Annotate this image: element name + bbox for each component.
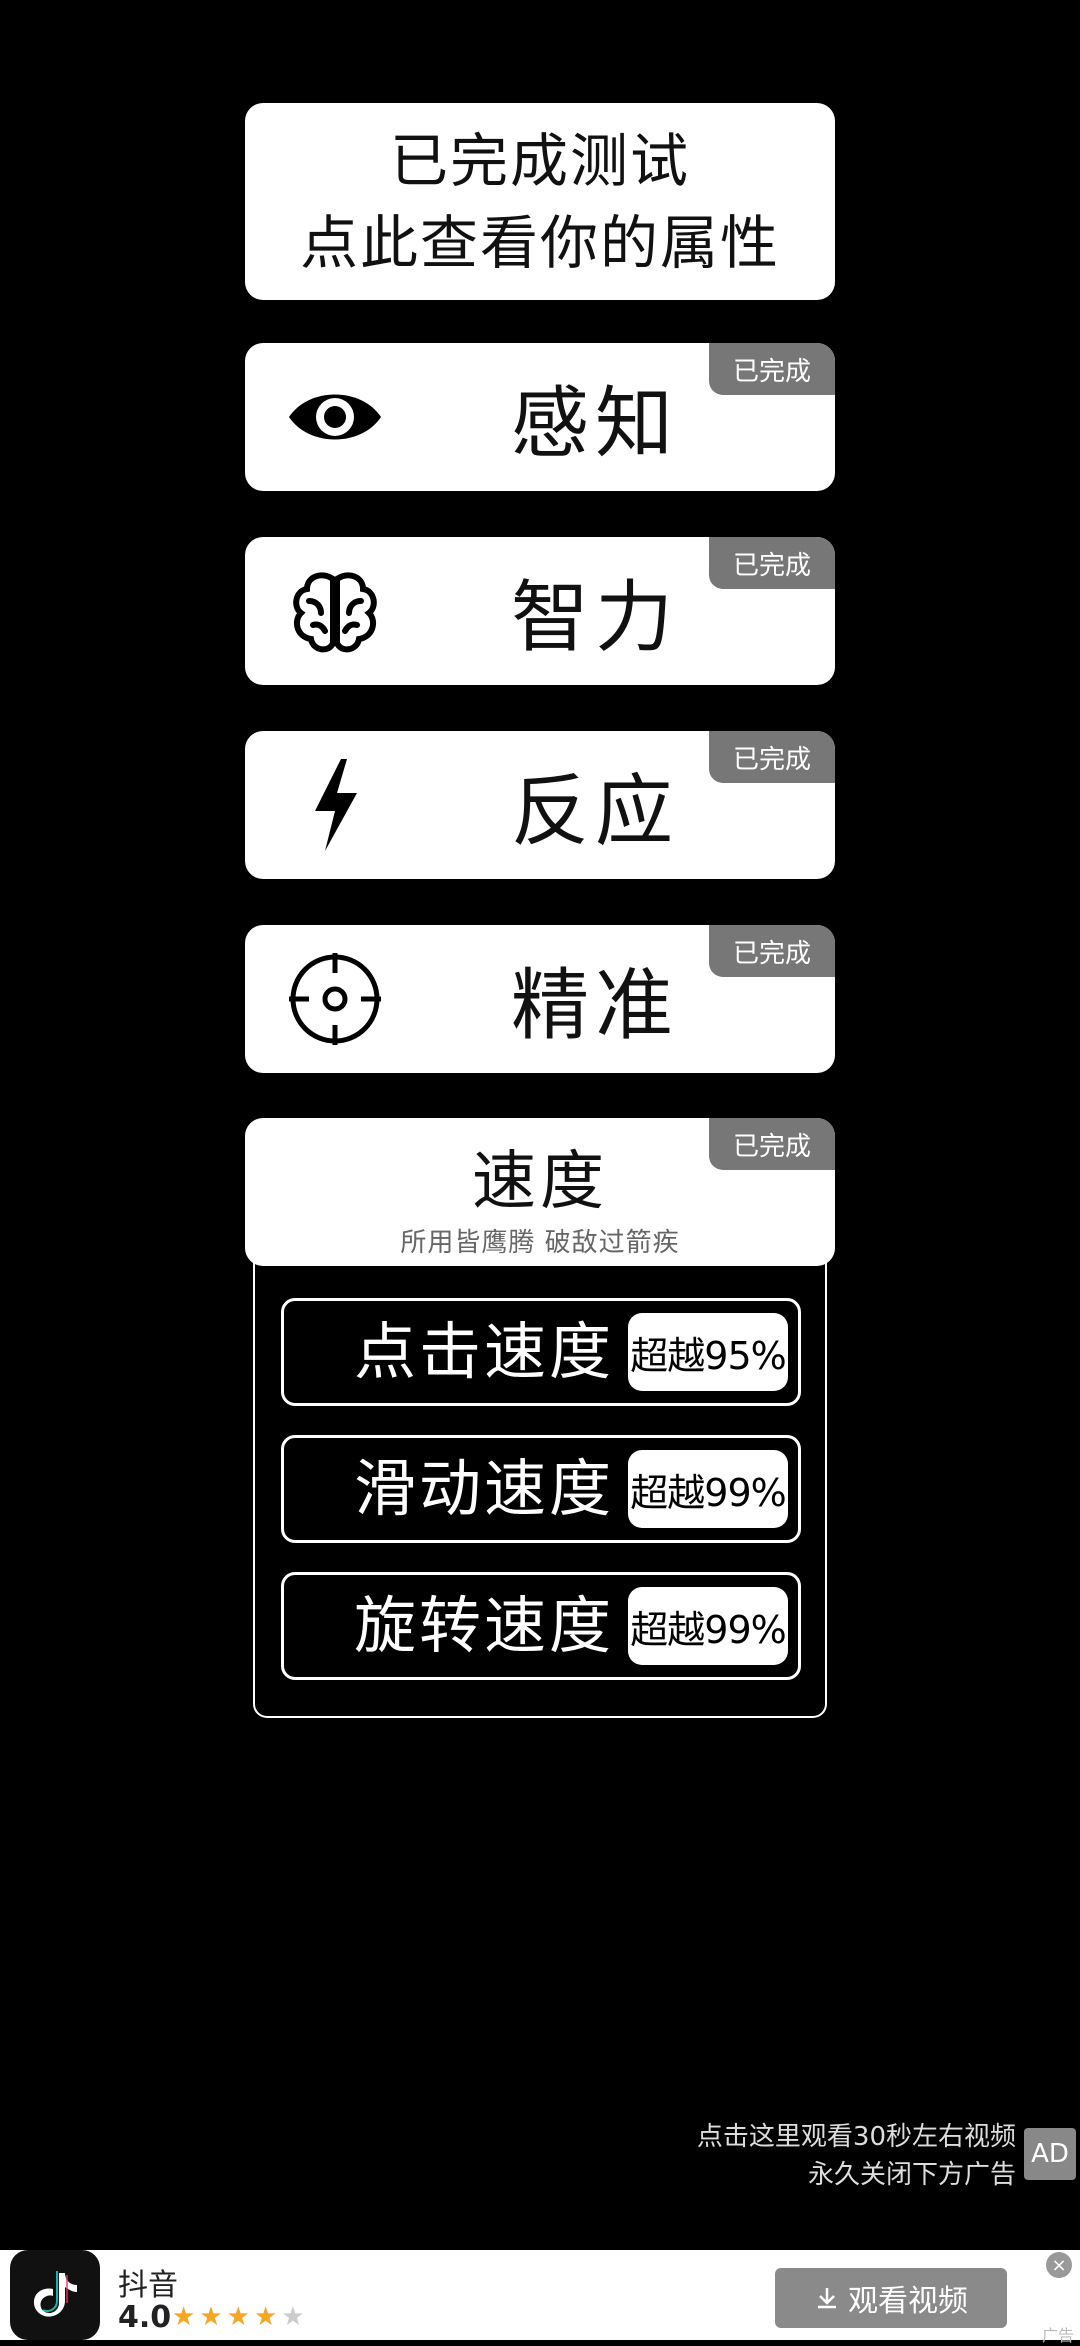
star-icon: ★ xyxy=(281,2302,309,2332)
watch-video-label: 观看视频 xyxy=(848,2284,968,2319)
speed-row-percentile: 超越95% xyxy=(628,1313,788,1391)
completed-badge: 已完成 xyxy=(709,537,835,589)
remove-ads-line2: 永久关闭下方广告 xyxy=(807,2160,1016,2190)
category-card-reaction[interactable]: 反应 已完成 xyxy=(245,731,835,879)
remove-ads-link[interactable]: 点击这里观看30秒左右视频 永久关闭下方广告 xyxy=(496,2118,1016,2194)
completed-badge: 已完成 xyxy=(709,731,835,783)
tiktok-logo-icon xyxy=(10,2250,100,2340)
ad-star-rating: ★★★★★ xyxy=(172,2302,309,2332)
star-icon: ★ xyxy=(199,2302,227,2332)
ad-tag: 广告 xyxy=(1041,2326,1074,2345)
star-icon: ★ xyxy=(253,2302,282,2332)
completed-badge: 已完成 xyxy=(709,343,835,395)
speed-title: 速度 xyxy=(472,1145,608,1219)
category-card-speed[interactable]: 速度 所用皆鹰腾 破敌过箭疾 已完成 xyxy=(245,1118,835,1266)
speed-row-name: 点击速度 xyxy=(354,1315,615,1388)
ad-rating: 4.0 xyxy=(118,2300,172,2335)
speed-row-click: 点击速度 超越95% xyxy=(281,1298,801,1406)
speed-row-name: 滑动速度 xyxy=(354,1452,615,1525)
speed-details-panel: 点击速度 超越95% 滑动速度 超越99% 旋转速度 超越99% xyxy=(253,1262,827,1718)
completed-badge: 已完成 xyxy=(709,925,835,977)
speed-row-swipe: 滑动速度 超越99% xyxy=(281,1435,801,1543)
header-title-line1: 已完成测试 xyxy=(389,126,690,195)
category-card-precision[interactable]: 精准 已完成 xyxy=(245,925,835,1073)
ad-mark-icon[interactable]: AD xyxy=(1024,2128,1076,2180)
completed-badge: 已完成 xyxy=(709,1118,835,1170)
download-icon xyxy=(818,2288,836,2309)
close-icon[interactable]: × xyxy=(1046,2252,1072,2278)
header-title-line2: 点此查看你的属性 xyxy=(299,208,780,277)
star-icon: ★ xyxy=(226,2302,254,2332)
speed-row-percentile: 超越99% xyxy=(628,1587,788,1665)
ad-app-name: 抖音 xyxy=(118,2268,178,2303)
star-icon: ★ xyxy=(172,2302,200,2332)
speed-row-percentile: 超越99% xyxy=(628,1450,788,1528)
speed-row-rotate: 旋转速度 超越99% xyxy=(281,1572,801,1680)
speed-subtitle: 所用皆鹰腾 破敌过箭疾 xyxy=(400,1228,680,1258)
view-attributes-card[interactable]: 已完成测试 点此查看你的属性 xyxy=(245,103,835,300)
category-card-perception[interactable]: 感知 已完成 xyxy=(245,343,835,491)
watch-video-button[interactable]: 观看视频 xyxy=(775,2268,1007,2328)
category-card-intelligence[interactable]: 智力 已完成 xyxy=(245,537,835,685)
remove-ads-line1: 点击这里观看30秒左右视频 xyxy=(696,2122,1016,2152)
speed-row-name: 旋转速度 xyxy=(354,1589,615,1662)
